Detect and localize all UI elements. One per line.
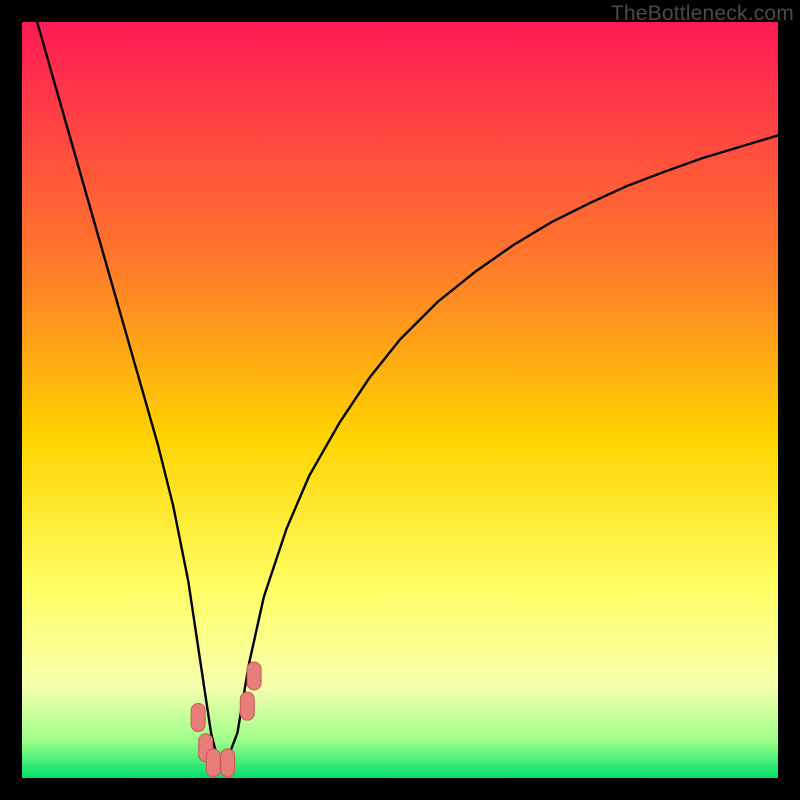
plot-area	[22, 22, 778, 778]
curve-marker	[240, 692, 254, 720]
curve-marker	[247, 662, 261, 690]
curve-marker	[206, 749, 220, 777]
curve-marker	[191, 704, 205, 732]
curve-marker	[221, 749, 235, 777]
chart-frame: TheBottleneck.com	[0, 0, 800, 800]
bottleneck-chart	[22, 22, 778, 778]
gradient-background	[22, 22, 778, 778]
